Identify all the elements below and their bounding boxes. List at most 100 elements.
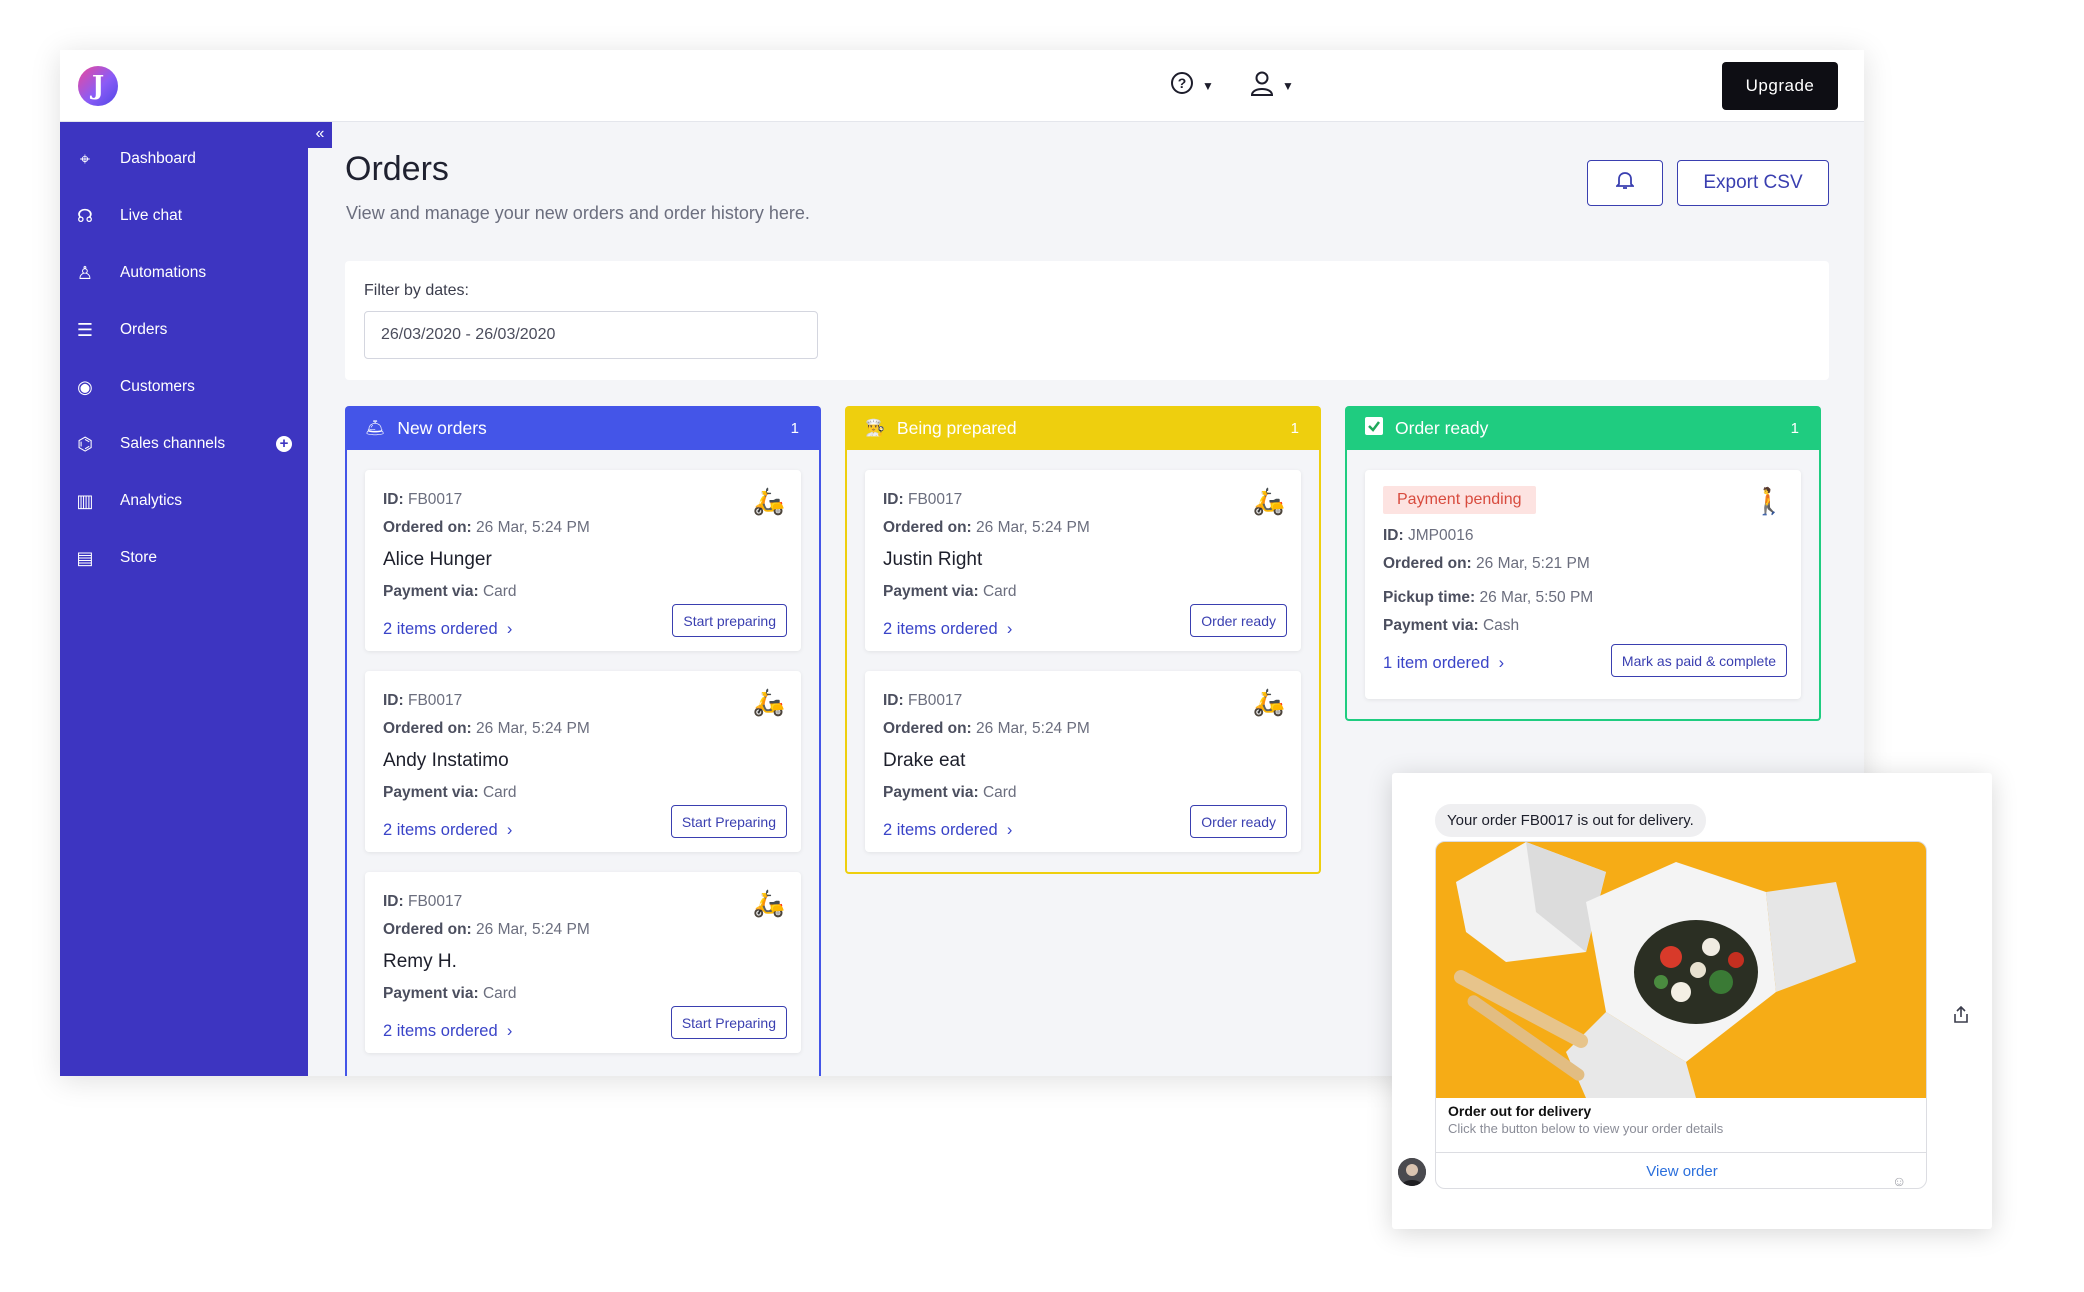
sidebar-item-automations[interactable]: ♙ Automations	[60, 250, 308, 296]
order-card[interactable]: 🛵 ID: FB0017 Ordered on: 26 Mar, 5:24 PM…	[365, 671, 801, 852]
store-icon: ▤	[76, 547, 94, 568]
value: FB0017	[407, 491, 463, 508]
label: Ordered on:	[883, 519, 972, 536]
label: 2 items ordered	[383, 620, 498, 638]
items-ordered-link[interactable]: 2 items ordered ›	[883, 620, 1012, 639]
start-preparing-button[interactable]: Start Preparing	[670, 805, 787, 838]
label: Payment via:	[883, 583, 979, 600]
start-preparing-button[interactable]: Start Preparing	[670, 1006, 787, 1039]
value: 26 Mar, 5:21 PM	[1476, 555, 1590, 572]
column-title: New orders	[397, 417, 487, 438]
headset-icon: ☊	[77, 205, 93, 226]
value: Card	[482, 583, 517, 600]
user-menu[interactable]: ▼	[1250, 70, 1294, 102]
scooter-icon: 🛵	[752, 888, 785, 918]
value: 26 Mar, 5:24 PM	[976, 519, 1090, 536]
column-header: Order ready 1	[1345, 406, 1821, 450]
items-ordered-link[interactable]: 2 items ordered ›	[383, 1022, 512, 1041]
label: Ordered on:	[383, 921, 472, 938]
order-card[interactable]: 🛵 ID: FB0017 Ordered on: 26 Mar, 5:24 PM…	[865, 470, 1301, 651]
add-channel-icon[interactable]: +	[276, 436, 292, 452]
order-date: Ordered on: 26 Mar, 5:24 PM	[383, 514, 783, 542]
sidebar-item-label: Store	[120, 549, 158, 566]
label: ID:	[383, 692, 404, 709]
help-circle-icon: ?	[1170, 71, 1194, 101]
order-ready-button[interactable]: Order ready	[1190, 805, 1287, 838]
items-ordered-link[interactable]: 1 item ordered ›	[1383, 654, 1504, 673]
scooter-icon: 🛵	[752, 486, 785, 516]
column-count: 1	[1790, 419, 1799, 437]
value: 26 Mar, 5:24 PM	[476, 921, 590, 938]
notifications-button[interactable]	[1587, 160, 1663, 206]
order-date: Ordered on: 26 Mar, 5:24 PM	[383, 916, 783, 944]
column-new-orders: 🛎 New orders 1 🛵 ID: FB0017 Ordered on: …	[345, 406, 821, 1076]
scooter-icon: 🛵	[752, 687, 785, 717]
page-title: Orders	[345, 150, 449, 188]
items-ordered-link[interactable]: 2 items ordered ›	[383, 821, 512, 840]
order-id: ID: FB0017	[883, 486, 1283, 514]
order-id: ID: FB0017	[383, 687, 783, 715]
column-body: 🛵 ID: FB0017 Ordered on: 26 Mar, 5:24 PM…	[345, 450, 821, 1076]
items-ordered-link[interactable]: 2 items ordered ›	[883, 821, 1012, 840]
sidebar-item-customers[interactable]: ◉ Customers	[60, 364, 308, 410]
order-ready-button[interactable]: Order ready	[1190, 604, 1287, 637]
label: Payment via:	[383, 583, 479, 600]
robot-icon: ♙	[76, 262, 94, 283]
sidebar-item-sales-channels[interactable]: ⌬ Sales channels +	[60, 421, 308, 467]
sidebar-item-label: Customers	[120, 378, 195, 395]
order-id: ID: JMP0016	[1383, 522, 1783, 550]
order-id: ID: FB0017	[883, 687, 1283, 715]
order-card[interactable]: 🛵 ID: FB0017 Ordered on: 26 Mar, 5:24 PM…	[365, 470, 801, 651]
chevron-right-icon: ›	[502, 620, 513, 638]
column-body: 🛵 ID: FB0017 Ordered on: 26 Mar, 5:24 PM…	[845, 450, 1321, 874]
mark-paid-complete-button[interactable]: Mark as paid & complete	[1610, 644, 1787, 677]
share-icon[interactable]	[1953, 1005, 1969, 1029]
order-date: Ordered on: 26 Mar, 5:24 PM	[383, 715, 783, 743]
column-body: 🚶 Payment pending ID: JMP0016 Ordered on…	[1345, 450, 1821, 721]
sidebar-item-orders[interactable]: ☰ Orders	[60, 307, 308, 353]
bell-icon	[1614, 172, 1636, 195]
label: 1 item ordered	[1383, 654, 1490, 672]
order-card[interactable]: 🛵 ID: FB0017 Ordered on: 26 Mar, 5:24 PM…	[865, 671, 1301, 852]
label: ID:	[383, 893, 404, 910]
label: Ordered on:	[383, 720, 472, 737]
view-order-button[interactable]: View order	[1436, 1152, 1926, 1188]
export-csv-button[interactable]: Export CSV	[1677, 160, 1829, 206]
sidebar-item-store[interactable]: ▤ Store	[60, 535, 308, 581]
order-card[interactable]: 🚶 Payment pending ID: JMP0016 Ordered on…	[1365, 470, 1801, 699]
chat-card-subtitle: Click the button below to view your orde…	[1448, 1121, 1724, 1136]
label: Pickup time:	[1383, 589, 1476, 606]
help-menu[interactable]: ? ▼	[1170, 70, 1214, 102]
start-preparing-button[interactable]: Start preparing	[672, 604, 787, 637]
column-count: 1	[1290, 419, 1299, 437]
items-ordered-link[interactable]: 2 items ordered ›	[383, 620, 512, 639]
app-logo[interactable]: J	[78, 66, 118, 106]
customer-name: Andy Instatimo	[383, 750, 509, 771]
label: Payment via:	[383, 985, 479, 1002]
sidebar-item-live-chat[interactable]: ☊ Live chat	[60, 193, 308, 239]
checkbox-checked-icon	[1365, 416, 1383, 440]
column-title: Order ready	[1395, 417, 1489, 438]
label: ID:	[383, 491, 404, 508]
sidebar-item-label: Dashboard	[120, 150, 196, 167]
chat-card-title: Order out for delivery	[1448, 1103, 1592, 1119]
sidebar-item-analytics[interactable]: ▥ Analytics	[60, 478, 308, 524]
order-id: ID: FB0017	[383, 486, 783, 514]
label: 2 items ordered	[883, 821, 998, 839]
column-count: 1	[790, 419, 799, 437]
payment-method: Payment via: Cash	[1383, 612, 1783, 640]
svg-text:?: ?	[1178, 75, 1187, 91]
sidebar-item-label: Analytics	[120, 492, 183, 509]
chat-message: Your order FB0017 is out for delivery.	[1435, 804, 1706, 837]
sidebar-item-dashboard[interactable]: ⌖ Dashboard	[60, 136, 308, 182]
column-header: 👨‍🍳 Being prepared 1	[845, 406, 1321, 450]
date-range-input[interactable]	[364, 311, 818, 359]
order-card[interactable]: 🛵 ID: FB0017 Ordered on: 26 Mar, 5:24 PM…	[365, 872, 801, 1053]
customer-name: Justin Right	[883, 549, 983, 570]
emoji-react-icon[interactable]: ☺	[1892, 1173, 1906, 1189]
label: 2 items ordered	[883, 620, 998, 638]
sidebar: ⌖ Dashboard ☊ Live chat ♙ Automations ☰ …	[60, 122, 308, 1076]
collapse-sidebar-button[interactable]: «	[308, 122, 332, 148]
upgrade-button[interactable]: Upgrade	[1722, 62, 1838, 110]
sidebar-item-label: Sales channels	[120, 435, 226, 452]
